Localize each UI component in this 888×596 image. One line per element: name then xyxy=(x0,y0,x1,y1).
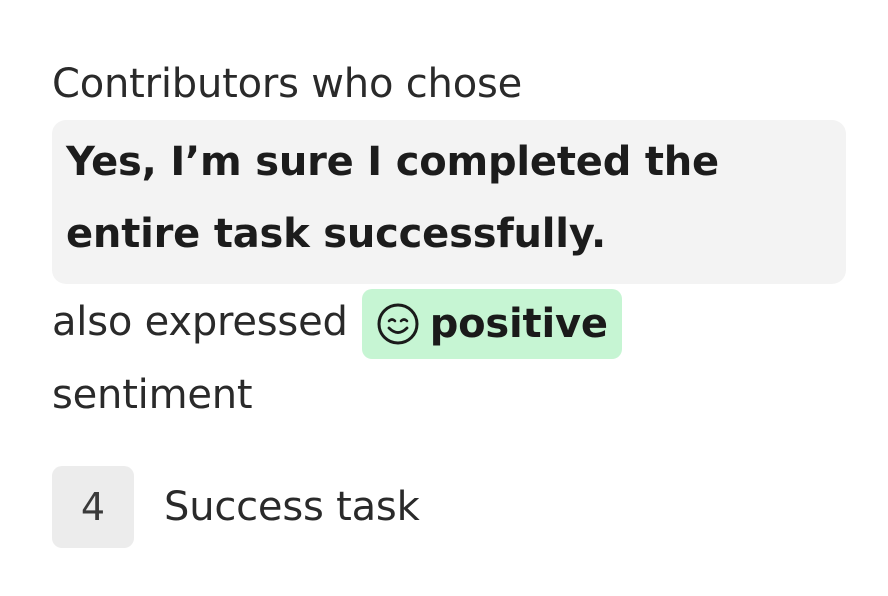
smiley-face-icon xyxy=(374,300,422,348)
sentiment-line: also expressed positive sentiment xyxy=(52,286,848,431)
sentiment-prefix: also expressed xyxy=(52,299,348,345)
chosen-answer-quote: Yes, I’m sure I completed the entire tas… xyxy=(52,120,846,284)
sentiment-suffix: sentiment xyxy=(52,372,253,418)
sentiment-label: positive xyxy=(429,301,608,347)
count-badge: 4 xyxy=(52,466,134,548)
intro-text: Contributors who chose xyxy=(52,61,523,107)
sentiment-badge: positive xyxy=(361,289,622,359)
footer-label: Success task xyxy=(164,484,420,530)
footer-row: 4 Success task xyxy=(52,466,420,548)
sentiment-card: Contributors who chose Yes, I’m sure I c… xyxy=(0,0,888,596)
